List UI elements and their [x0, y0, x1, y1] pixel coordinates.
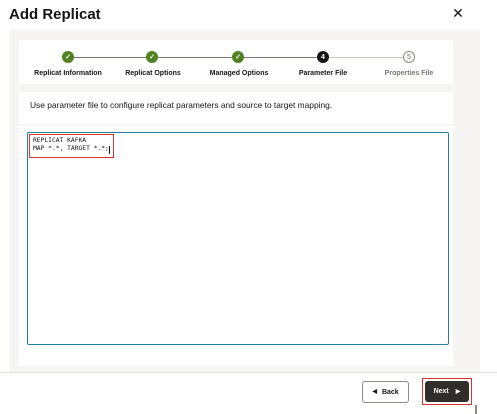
highlight-annotation-editor [29, 134, 114, 158]
step-label-replicat-information[interactable]: Replicat Information [34, 70, 102, 77]
close-icon[interactable]: ✕ [451, 5, 465, 21]
dialog-title: Add Replicat [9, 6, 101, 23]
next-button-label: Next [433, 388, 449, 395]
step-connector [244, 57, 317, 58]
check-icon[interactable]: ✓ [146, 51, 158, 63]
caret-right-icon: ▶ [455, 388, 461, 395]
footer-divider [0, 372, 497, 373]
step-label-managed-options[interactable]: Managed Options [210, 70, 269, 77]
scrollbar-edge [475, 405, 477, 414]
add-replicat-dialog: Add Replicat ✕ ✓ ✓ ✓ 4 5 Replicat Inform… [0, 0, 497, 414]
step-label-replicat-options[interactable]: Replicat Options [125, 70, 181, 77]
check-icon[interactable]: ✓ [62, 51, 74, 63]
parameter-file-editor[interactable] [27, 132, 449, 345]
back-button-label: Back [381, 388, 399, 396]
step-connector [158, 57, 232, 58]
step-connector [74, 57, 146, 58]
caret-left-icon: ◀ [372, 389, 377, 395]
step-connector [329, 57, 403, 58]
step-label-properties-file[interactable]: Properties File [385, 70, 434, 77]
step-number-5[interactable]: 5 [403, 51, 415, 63]
step-number-4[interactable]: 4 [317, 51, 329, 63]
description-text: Use parameter file to configure replicat… [30, 100, 333, 110]
step-label-parameter-file[interactable]: Parameter File [299, 70, 347, 77]
back-button[interactable]: ◀ Back [362, 381, 409, 403]
check-icon[interactable]: ✓ [232, 51, 244, 63]
step-train: ✓ ✓ ✓ 4 5 Replicat Information Replicat … [19, 40, 453, 84]
next-button[interactable]: Next ▶ [425, 381, 469, 402]
